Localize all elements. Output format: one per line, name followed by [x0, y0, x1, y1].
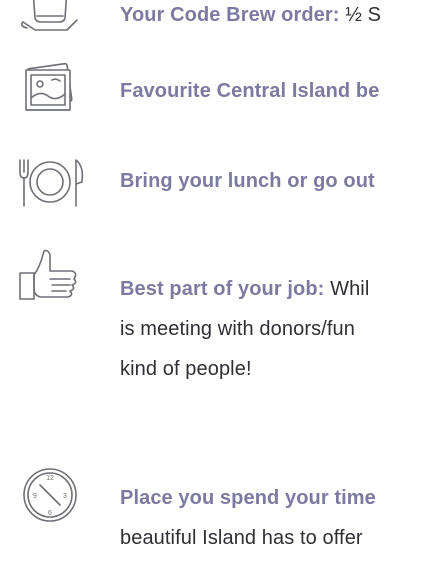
- qa-line: Place you spend your time: [120, 478, 444, 518]
- qa-answer-line: is meeting with donors/fun: [120, 318, 355, 340]
- qa-answer-line: kind of people!: [120, 358, 252, 380]
- qa-line: Best part of your job: Whil: [120, 269, 444, 309]
- qa-line: Your Code Brew order: ½ S: [120, 4, 381, 27]
- qa-answer-line: beautiful Island has to offer: [120, 527, 363, 549]
- qa-paragraph: Place you spend your time beautiful Isla…: [120, 478, 444, 558]
- qa-answer: ½ S: [345, 4, 382, 26]
- qa-label: Best part of your job:: [120, 278, 325, 300]
- clock-icon: 12 3 6 9: [4, 460, 96, 530]
- qa-label: Bring your lunch or go out: [120, 170, 375, 192]
- plate-and-cutlery-icon: [4, 152, 96, 212]
- coffee-cup-icon: [4, 0, 96, 42]
- qa-paragraph: Best part of your job: Whil is meeting w…: [120, 269, 444, 389]
- landscape-photo-icon: [4, 58, 96, 118]
- clock-numeral-12: 12: [46, 475, 54, 482]
- thumbs-up-icon: [4, 245, 96, 315]
- clock-numeral-3: 3: [63, 493, 67, 500]
- qa-label: Favourite Central Island be: [120, 80, 380, 102]
- qa-line: Bring your lunch or go out: [120, 170, 375, 193]
- clock-numeral-6: 6: [48, 510, 52, 517]
- qa-label: Your Code Brew order:: [120, 4, 340, 26]
- qa-label: Place you spend your time: [120, 487, 376, 509]
- qa-answer: Whil: [330, 278, 370, 300]
- qa-line: Favourite Central Island be: [120, 80, 379, 103]
- clock-numeral-9: 9: [33, 493, 37, 500]
